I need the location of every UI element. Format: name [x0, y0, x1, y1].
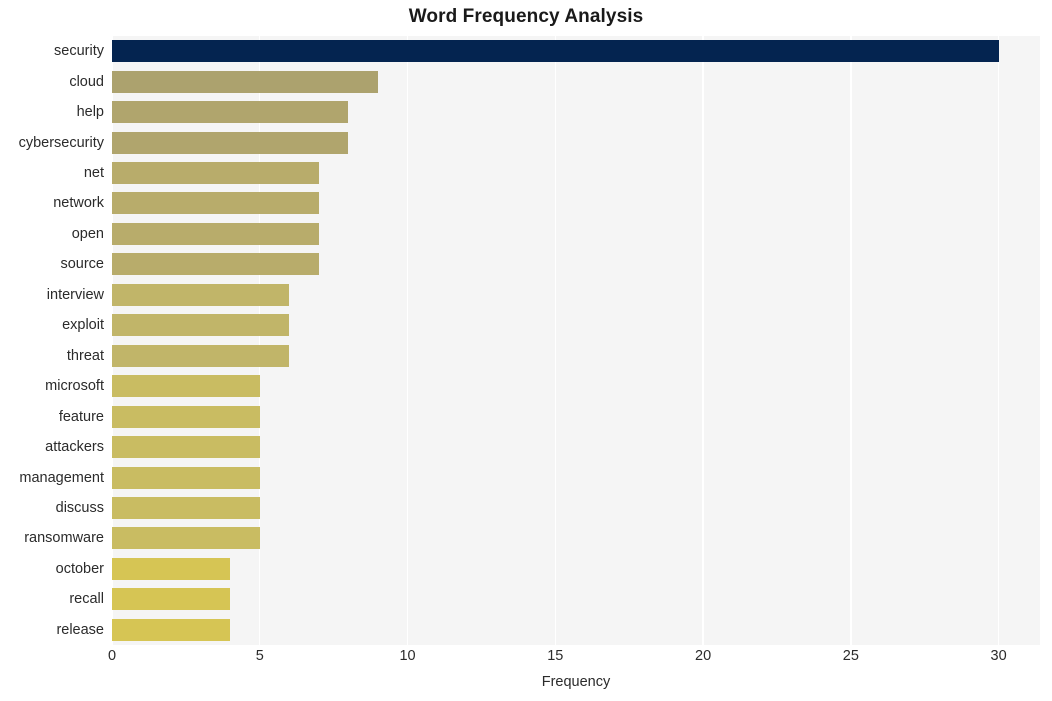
y-axis-tick-label: open [71, 225, 104, 242]
y-axis-tick-label: discuss [55, 499, 104, 516]
y-axis-tick-label: network [53, 195, 104, 212]
bar [112, 375, 260, 398]
bar [112, 344, 290, 367]
y-axis-tick-label: ransomware [24, 530, 104, 547]
bar [112, 222, 319, 245]
y-axis-tick-label: attackers [45, 439, 104, 456]
bar [112, 618, 231, 641]
y-axis-tick-label: help [76, 104, 104, 121]
bar [112, 70, 378, 93]
x-axis-title: Frequency [541, 674, 611, 690]
bar [112, 557, 231, 580]
y-axis-tick-label: management [19, 469, 104, 486]
x-axis-tick-label: 30 [990, 648, 1007, 664]
x-axis-tick-label: 0 [107, 648, 117, 664]
y-axis-tick-label: october [55, 560, 104, 577]
y-axis-tick-label: exploit [62, 317, 104, 334]
x-axis-tick-label: 15 [547, 648, 564, 664]
x-axis-tick-label: 10 [399, 648, 416, 664]
y-axis-tick-label: recall [69, 591, 104, 608]
bar [112, 162, 319, 185]
y-axis-tick-label: security [54, 43, 104, 60]
bar [112, 588, 231, 611]
x-axis-tick-labels: 0 5 10 15 20 25 30 [108, 648, 1040, 670]
y-axis-tick-label: net [83, 165, 104, 182]
bar [112, 496, 260, 519]
y-axis-tick-label: release [56, 621, 104, 638]
x-axis-tick-label: 25 [842, 648, 859, 664]
y-axis-tick-labels: security cloud help cybersecurity net network… [0, 36, 104, 645]
bar [112, 192, 319, 215]
y-axis-tick-label: feature [58, 408, 104, 425]
y-axis-tick-label: threat [66, 347, 104, 364]
x-axis-tick-label: 5 [255, 648, 264, 664]
bar [112, 314, 290, 337]
y-axis-tick-label: microsoft [45, 378, 104, 395]
y-axis-tick-label: cloud [69, 73, 104, 90]
y-axis-tick-label: source [60, 256, 104, 273]
bar [112, 527, 260, 550]
bar [112, 101, 349, 124]
bar [112, 283, 290, 306]
bar [112, 40, 999, 63]
bar [112, 466, 260, 489]
bar [112, 253, 319, 276]
bar-series [112, 36, 1040, 645]
x-axis-tick-label: 20 [695, 648, 712, 664]
bar [112, 131, 349, 154]
chart-title: Word Frequency Analysis [408, 6, 644, 27]
bar [112, 405, 260, 428]
y-axis-tick-label: interview [46, 286, 104, 303]
word-frequency-chart-figure: Word Frequency Analysis security cloud hel… [0, 0, 1052, 701]
plot-area [111, 36, 1040, 645]
bar [112, 436, 260, 459]
y-axis-tick-label: cybersecurity [18, 134, 104, 151]
